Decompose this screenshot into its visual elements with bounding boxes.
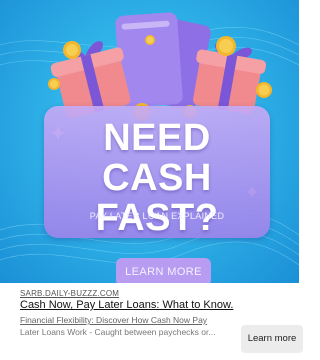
- ad-image[interactable]: NEED CASH FAST? PAY LATER LOAN EXPLAINED…: [0, 0, 299, 283]
- ad-title-link[interactable]: Cash Now, Pay Later Loans: What to Know.: [20, 299, 245, 311]
- learn-more-cta-button[interactable]: LEARN MORE: [116, 258, 211, 283]
- ad-description-line2: Later Loans Work - Caught between payche…: [20, 327, 216, 337]
- ad-description-line1[interactable]: Financial Flexibility: Discover How Cash…: [20, 315, 245, 325]
- source-domain-link[interactable]: SARB.DAILY-BUZZZ.COM: [20, 289, 119, 298]
- ad-headline-line1: NEED CASH: [102, 117, 212, 199]
- ad-subline: PAY LATER LOAN EXPLAINED: [89, 211, 225, 221]
- ad-listing[interactable]: SARB.DAILY-BUZZZ.COM Cash Now, Pay Later…: [0, 283, 303, 360]
- learn-more-button[interactable]: Learn more: [241, 325, 303, 353]
